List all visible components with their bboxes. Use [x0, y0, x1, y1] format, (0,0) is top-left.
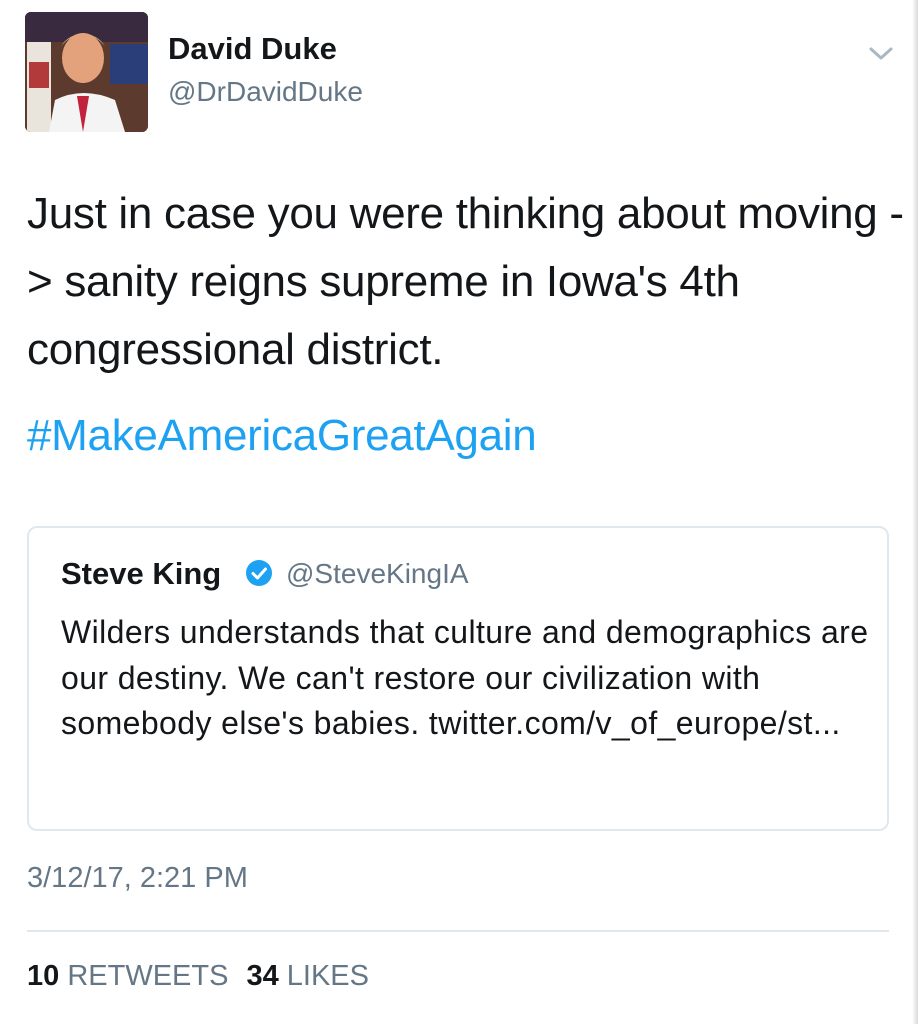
- quoted-author-name: Steve King: [61, 556, 222, 591]
- verified-badge-icon: [246, 560, 272, 586]
- retweets-stat[interactable]: 10 RETWEETS: [27, 960, 228, 992]
- likes-label: LIKES: [286, 960, 369, 992]
- avatar[interactable]: [25, 12, 148, 132]
- likes-count: 34: [246, 960, 279, 992]
- quoted-tweet-card[interactable]: Steve King @SteveKingIA Wilders understa…: [27, 526, 889, 831]
- quoted-tweet-text: Wilders understands that culture and dem…: [61, 614, 869, 741]
- divider: [27, 930, 889, 932]
- tweet-timestamp: 3/12/17, 2:21 PM: [27, 862, 248, 894]
- retweets-label: RETWEETS: [67, 960, 229, 992]
- retweets-count: 10: [27, 960, 60, 992]
- chevron-down-icon[interactable]: [866, 44, 896, 64]
- author-display-name[interactable]: David Duke: [168, 31, 337, 67]
- hashtag-link[interactable]: #MakeAmericaGreatAgain: [27, 406, 537, 466]
- screen-edge: [912, 0, 918, 1024]
- tweet-text: Just in case you were thinking about mov…: [27, 189, 904, 374]
- likes-stat[interactable]: 34 LIKES: [246, 960, 369, 992]
- quoted-author-handle: @SteveKingIA: [286, 558, 469, 589]
- author-handle[interactable]: @DrDavidDuke: [168, 76, 363, 108]
- engagement-stats: 10 RETWEETS 34 LIKES: [27, 960, 369, 993]
- avatar-photo: [25, 12, 148, 132]
